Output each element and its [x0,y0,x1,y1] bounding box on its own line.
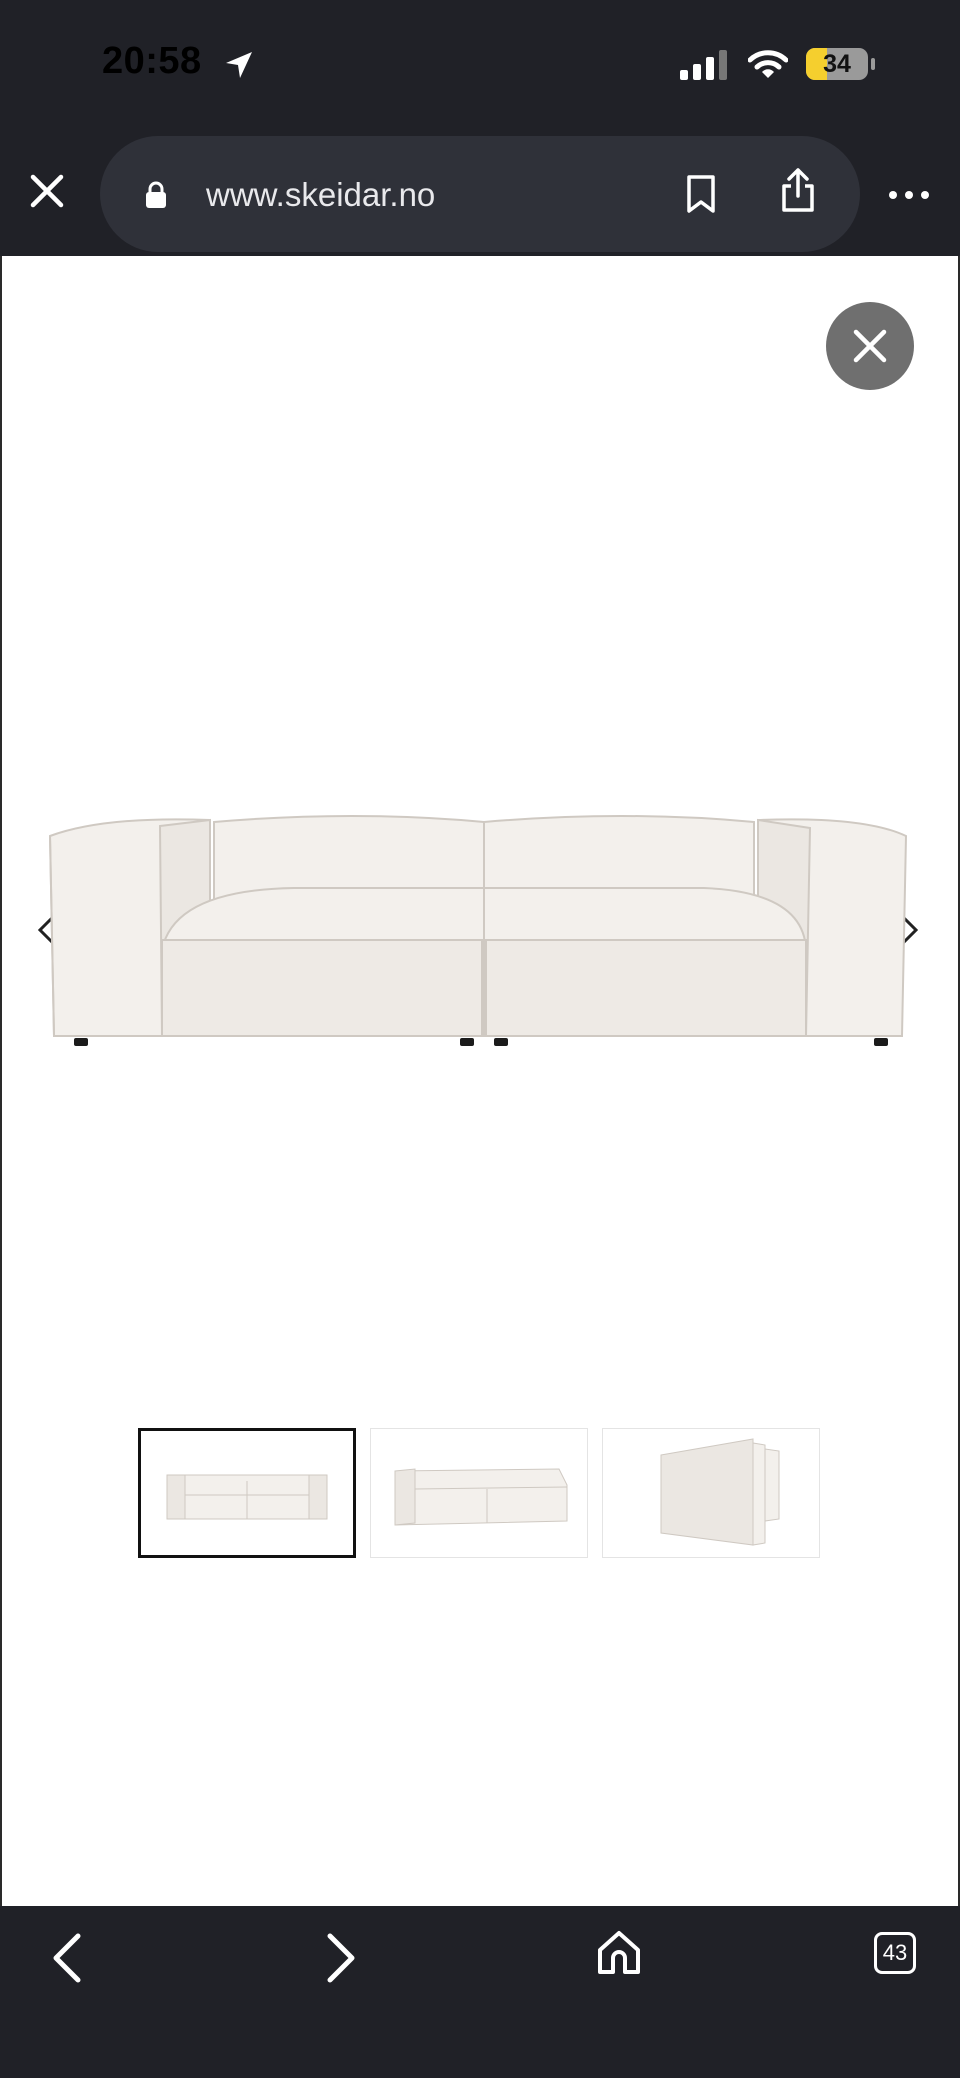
browser-bottom-bar [0,1906,960,2078]
forward-icon[interactable] [322,1930,362,1986]
thumbnail-image [166,1474,328,1520]
thumbnail-image [394,1468,568,1526]
close-icon[interactable] [28,172,66,210]
battery-cap [871,58,875,70]
close-icon [853,329,887,363]
thumbnail-2[interactable] [370,1428,588,1558]
location-arrow-icon [226,52,252,78]
home-icon[interactable] [596,1928,642,1976]
battery-level: 34 [823,50,851,78]
thumbnail-3[interactable] [602,1428,820,1558]
lock-icon [146,181,166,208]
tabs-count-button[interactable]: 43 [874,1932,916,1974]
thumbnail-1[interactable] [138,1428,356,1558]
gallery-close-button[interactable] [826,302,914,390]
back-icon[interactable] [46,1930,86,1986]
more-icon[interactable] [888,190,930,200]
bookmark-icon[interactable] [684,174,718,214]
wifi-icon [748,50,788,78]
image-gallery [0,256,960,1906]
share-icon[interactable] [780,166,816,214]
url-text[interactable]: www.skeidar.no [206,176,435,214]
product-image [48,815,908,1046]
cellular-signal-icon [680,50,727,80]
status-time: 20:58 [102,40,202,82]
battery-indicator: 34 [806,48,868,80]
page-edge-left [0,256,2,1906]
thumbnail-image [660,1438,780,1546]
